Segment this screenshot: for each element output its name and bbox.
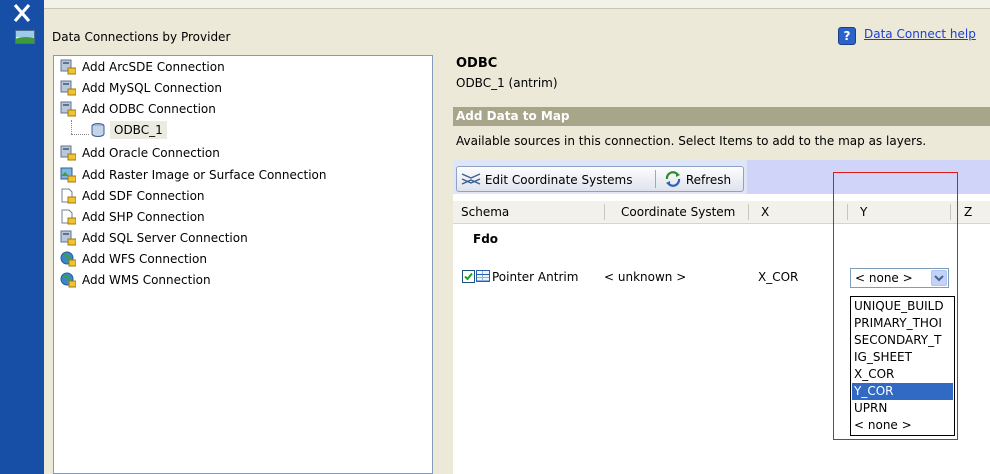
dropdown-option[interactable]: SECONDARY_T: [852, 332, 953, 349]
file-connection-icon: [60, 209, 77, 225]
database-connection-icon: [60, 230, 77, 246]
tree-item-label: Add Oracle Connection: [82, 146, 220, 160]
tree-connector: [71, 120, 72, 134]
database-connection-icon: [60, 101, 77, 117]
globe-connection-icon: [60, 272, 77, 288]
column-x[interactable]: X: [761, 205, 769, 219]
layer-name: Pointer Antrim: [492, 270, 579, 284]
y-field-options-list[interactable]: UNIQUE_BUILD PRIMARY_THOI SECONDARY_T IG_SH…: [850, 296, 955, 436]
help-icon[interactable]: ?: [838, 27, 856, 45]
column-schema[interactable]: Schema: [461, 205, 509, 219]
refresh-button[interactable]: Refresh: [664, 170, 731, 190]
instructions-text: Available sources in this connection. Se…: [456, 134, 927, 148]
database-connection-icon: [60, 80, 77, 96]
tree-connector: [71, 134, 89, 135]
tree-item-label: Add Raster Image or Surface Connection: [82, 168, 327, 182]
layer-checkbox[interactable]: [462, 270, 475, 283]
tree-item-label: ODBC_1: [110, 121, 167, 139]
add-data-header: Add Data to Map: [453, 107, 990, 126]
tree-item-label: Add MySQL Connection: [82, 81, 222, 95]
dropdown-option[interactable]: UNIQUE_BUILD: [852, 298, 953, 315]
globe-connection-icon: [60, 251, 77, 267]
y-field-value: < none >: [855, 271, 913, 285]
dropdown-option[interactable]: PRIMARY_THOI: [852, 315, 953, 332]
edit-coordinate-systems-button[interactable]: Edit Coordinate Systems: [461, 170, 632, 190]
layer-x-field: X_COR: [758, 270, 799, 284]
table-icon: [476, 270, 490, 282]
checkmark-icon: [464, 272, 473, 281]
column-divider[interactable]: [847, 204, 848, 220]
dropdown-option[interactable]: UPRN: [852, 400, 953, 417]
dropdown-option[interactable]: X_COR: [852, 366, 953, 383]
connection-subtitle: ODBC_1 (antrim): [456, 76, 558, 90]
dropdown-button[interactable]: [931, 270, 947, 286]
chevron-down-icon: [934, 275, 944, 282]
column-z[interactable]: Z: [964, 205, 972, 219]
tree-item-label: Add WMS Connection: [82, 273, 211, 287]
raster-connection-icon: [60, 167, 77, 183]
tree-item-label: Add ODBC Connection: [82, 102, 216, 116]
column-divider[interactable]: [604, 204, 605, 220]
help-link[interactable]: Data Connect help: [864, 27, 976, 41]
database-cylinder-icon: [90, 122, 106, 138]
y-field-dropdown[interactable]: < none >: [850, 268, 949, 288]
coordinate-system-icon: [461, 173, 481, 185]
refresh-label: Refresh: [685, 173, 732, 187]
section-title: Data Connections by Provider: [52, 30, 231, 44]
tree-item-label: Add ArcSDE Connection: [82, 60, 225, 74]
column-divider[interactable]: [748, 204, 749, 220]
refresh-icon: [665, 171, 681, 187]
toolbar-separator: [655, 170, 656, 188]
edit-coordinate-label: Edit Coordinate Systems: [484, 173, 633, 187]
side-strip: [0, 0, 44, 474]
dropdown-option[interactable]: < none >: [852, 417, 953, 434]
toolbar-filler: [747, 160, 990, 194]
column-y[interactable]: Y: [860, 205, 867, 219]
column-coordinate-system[interactable]: Coordinate System: [621, 205, 735, 219]
panel-top-edge: [44, 0, 990, 9]
map-image-icon[interactable]: [15, 30, 35, 44]
database-connection-icon: [60, 145, 77, 161]
dropdown-option[interactable]: Y_COR: [852, 383, 953, 400]
schema-group-label: Fdo: [473, 232, 499, 246]
column-divider[interactable]: [950, 204, 951, 220]
tree-item-label: Add SQL Server Connection: [82, 231, 248, 245]
layer-coordinate-system: < unknown >: [604, 270, 687, 284]
file-connection-icon: [60, 188, 77, 204]
tree-item-label: Add SHP Connection: [82, 210, 205, 224]
tree-item-label: Add WFS Connection: [82, 252, 207, 266]
dropdown-option[interactable]: IG_SHEET: [852, 349, 953, 366]
close-icon[interactable]: [10, 2, 34, 24]
tree-item-label: Add SDF Connection: [82, 189, 205, 203]
connection-title: ODBC: [456, 56, 498, 71]
database-connection-icon: [60, 59, 77, 75]
